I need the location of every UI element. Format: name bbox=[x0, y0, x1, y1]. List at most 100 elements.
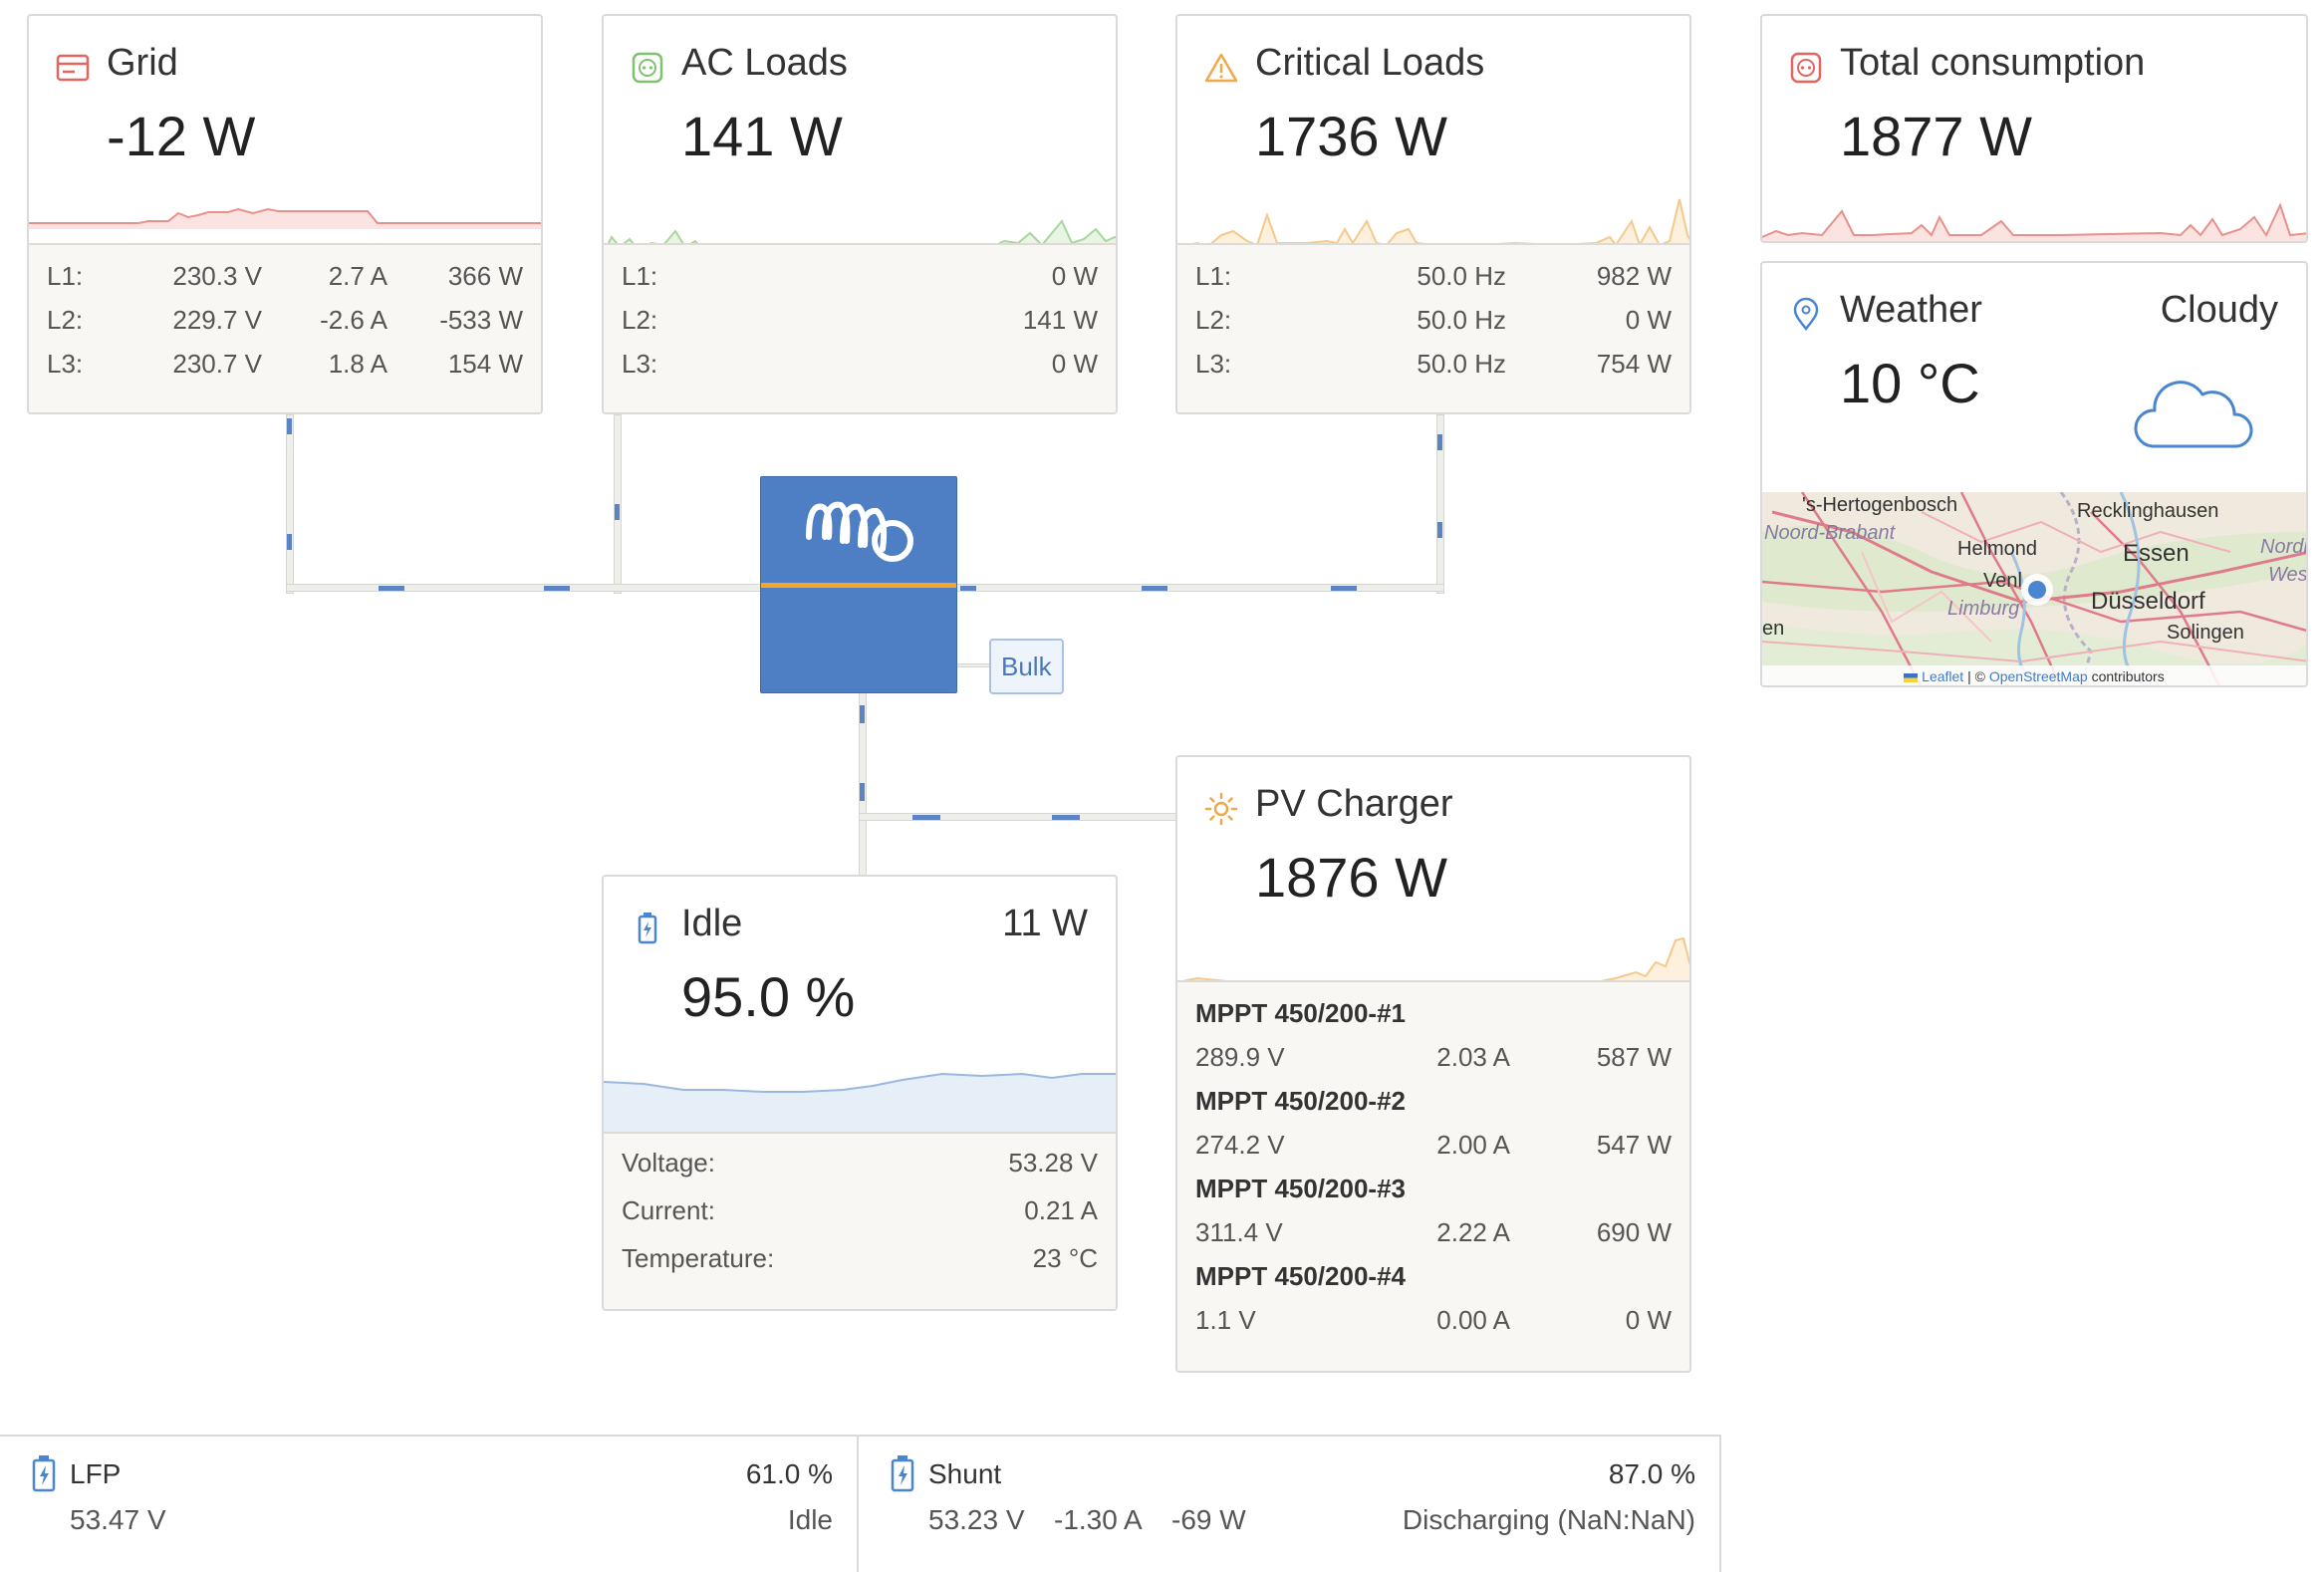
phase-power: 141 W bbox=[1022, 305, 1098, 335]
shunt-state: Discharging (NaN:NaN) bbox=[1402, 1504, 1695, 1535]
lfp-battery-item[interactable]: LFP 61.0 % 53.47 V Idle bbox=[0, 1437, 859, 1572]
ac-loads-phase-table: L1: 0 W L2: 141 W L3: 0 W bbox=[604, 243, 1116, 412]
pv-charger-card[interactable]: PV Charger 1876 W MPPT 450/200-#1 289.9 … bbox=[1175, 755, 1691, 1373]
mppt-power: 0 W bbox=[1625, 1305, 1672, 1335]
phase-voltage: 229.7 V bbox=[172, 305, 262, 335]
detail-label: Temperature: bbox=[622, 1243, 775, 1273]
phase-power: 754 W bbox=[1596, 349, 1672, 379]
detail-label: Voltage: bbox=[622, 1148, 715, 1178]
mppt-voltage: 289.9 V bbox=[1195, 1042, 1285, 1072]
phase-current: 2.7 A bbox=[328, 261, 387, 291]
ac-loads-card[interactable]: AC Loads 141 W L1: 0 W L2: 141 W L3: 0 W bbox=[602, 14, 1118, 414]
phase-label: L3: bbox=[1195, 349, 1232, 379]
pv-charger-list: MPPT 450/200-#1 289.9 V 2.03 A 587 W MPP… bbox=[1177, 980, 1689, 1371]
total-consumption-power: 1877 W bbox=[1840, 105, 2032, 167]
victron-logo-icon bbox=[806, 501, 913, 562]
map-label: Helmond bbox=[1957, 538, 2038, 560]
mppt-current: 0.00 A bbox=[1436, 1305, 1510, 1335]
phase-power: 0 W bbox=[1625, 305, 1672, 335]
flow-dot bbox=[615, 504, 620, 520]
wire-right-horizontal bbox=[954, 584, 1444, 592]
grid-sparkline bbox=[29, 207, 541, 229]
total-consumption-card[interactable]: Total consumption 1877 W bbox=[1760, 14, 2308, 243]
pv-charger-power: 1876 W bbox=[1255, 846, 1447, 909]
phase-label: L2: bbox=[622, 305, 658, 335]
battery-icon bbox=[891, 1455, 914, 1492]
map-label: 's-Hertogenbosch bbox=[1802, 494, 1958, 516]
flow-dot bbox=[860, 705, 865, 723]
total-consumption-title: Total consumption bbox=[1840, 42, 2146, 84]
grid-power: -12 W bbox=[107, 105, 256, 167]
critical-loads-power: 1736 W bbox=[1255, 105, 1447, 167]
map-label: Venl bbox=[1983, 570, 2022, 592]
phase-label: L3: bbox=[47, 349, 84, 379]
phase-label: L2: bbox=[1195, 305, 1232, 335]
shunt-voltage: 53.23 V bbox=[928, 1504, 1025, 1535]
socket-icon bbox=[1790, 52, 1822, 84]
battery-details-table: Voltage: 53.28 V Current: 0.21 A Tempera… bbox=[604, 1132, 1116, 1309]
phase-frequency: 50.0 Hz bbox=[1417, 349, 1506, 379]
phase-label: L1: bbox=[1195, 261, 1232, 291]
phase-current: 1.8 A bbox=[328, 349, 387, 379]
cloud-icon bbox=[2134, 381, 2253, 448]
phase-label: L1: bbox=[47, 261, 84, 291]
phase-voltage: 230.3 V bbox=[172, 261, 262, 291]
grid-phase-table: L1: 230.3 V 2.7 A 366 W L2: 229.7 V -2.6… bbox=[29, 243, 541, 412]
inverter-state-badge[interactable]: Bulk bbox=[989, 639, 1064, 694]
flow-dot bbox=[960, 586, 976, 591]
warning-icon bbox=[1204, 53, 1238, 83]
battery-card[interactable]: Idle 11 W 95.0 % Voltage: 53.28 V Curren… bbox=[602, 875, 1118, 1311]
flow-dot bbox=[287, 418, 292, 434]
battery-icon bbox=[638, 913, 657, 944]
grid-title: Grid bbox=[107, 42, 178, 84]
attribution-separator: | © bbox=[1967, 668, 1985, 684]
weather-card[interactable]: Weather Cloudy 10 °C 's-Hertogenbosch Re… bbox=[1760, 261, 2308, 687]
lfp-voltage: 53.47 V bbox=[70, 1504, 166, 1535]
flow-dot bbox=[1437, 522, 1442, 538]
shunt-current: -1.30 A bbox=[1054, 1504, 1143, 1535]
phase-power: 366 W bbox=[447, 261, 523, 291]
flow-dot bbox=[287, 534, 292, 550]
weather-map[interactable]: 's-Hertogenbosch Recklinghausen Noord-Br… bbox=[1762, 492, 2306, 685]
mppt-name: MPPT 450/200-#3 bbox=[1195, 1174, 1407, 1203]
phase-power: -533 W bbox=[439, 305, 523, 335]
battery-icon bbox=[32, 1455, 56, 1492]
map-label: Essen bbox=[2123, 540, 2190, 567]
osm-link[interactable]: OpenStreetMap bbox=[1989, 668, 2088, 684]
leaflet-link[interactable]: Leaflet bbox=[1922, 668, 1963, 684]
critical-loads-title: Critical Loads bbox=[1255, 42, 1485, 84]
phase-voltage: 230.7 V bbox=[172, 349, 262, 379]
lfp-state: Idle bbox=[787, 1504, 833, 1535]
phase-current: -2.6 A bbox=[320, 305, 387, 335]
inverter-box[interactable] bbox=[760, 476, 957, 693]
pv-charger-title: PV Charger bbox=[1255, 783, 1453, 825]
critical-loads-card[interactable]: Critical Loads 1736 W L1: 50.0 Hz 982 W … bbox=[1175, 14, 1691, 414]
mppt-name: MPPT 450/200-#2 bbox=[1195, 1086, 1407, 1116]
location-pin-icon bbox=[1793, 297, 1819, 332]
mppt-current: 2.03 A bbox=[1436, 1042, 1510, 1072]
phase-label: L2: bbox=[47, 305, 84, 335]
detail-label: Current: bbox=[622, 1195, 715, 1225]
phase-label: L3: bbox=[622, 349, 658, 379]
detail-value: 0.21 A bbox=[1024, 1195, 1098, 1225]
map-label: en bbox=[1762, 618, 1785, 640]
shunt-power: -69 W bbox=[1171, 1504, 1246, 1535]
shunt-battery-item[interactable]: Shunt 87.0 % 53.23 V -1.30 A -69 W Disch… bbox=[859, 1437, 1719, 1572]
map-label: Solingen bbox=[2167, 622, 2244, 644]
flow-dot bbox=[379, 586, 404, 591]
grid-card[interactable]: Grid -12 W L1: 230.3 V 2.7 A 366 W L2: 2… bbox=[27, 14, 543, 414]
mppt-power: 690 W bbox=[1596, 1217, 1672, 1247]
mppt-power: 587 W bbox=[1596, 1042, 1672, 1072]
lfp-soc: 61.0 % bbox=[745, 1458, 833, 1489]
mppt-power: 547 W bbox=[1596, 1130, 1672, 1160]
map-label: Limburg bbox=[1947, 598, 2020, 620]
shunt-name: Shunt bbox=[928, 1458, 1002, 1489]
phase-power: 982 W bbox=[1596, 261, 1672, 291]
map-attribution: Leaflet | © OpenStreetMap contributors bbox=[1762, 665, 2306, 685]
wire-grid-vertical bbox=[286, 414, 294, 594]
mppt-voltage: 311.4 V bbox=[1195, 1217, 1283, 1247]
critical-loads-phase-table: L1: 50.0 Hz 982 W L2: 50.0 Hz 0 W L3: 50… bbox=[1177, 243, 1689, 412]
flag-icon bbox=[1904, 672, 1919, 682]
map-label: Nordrl bbox=[2260, 536, 2306, 558]
phase-frequency: 50.0 Hz bbox=[1417, 305, 1506, 335]
